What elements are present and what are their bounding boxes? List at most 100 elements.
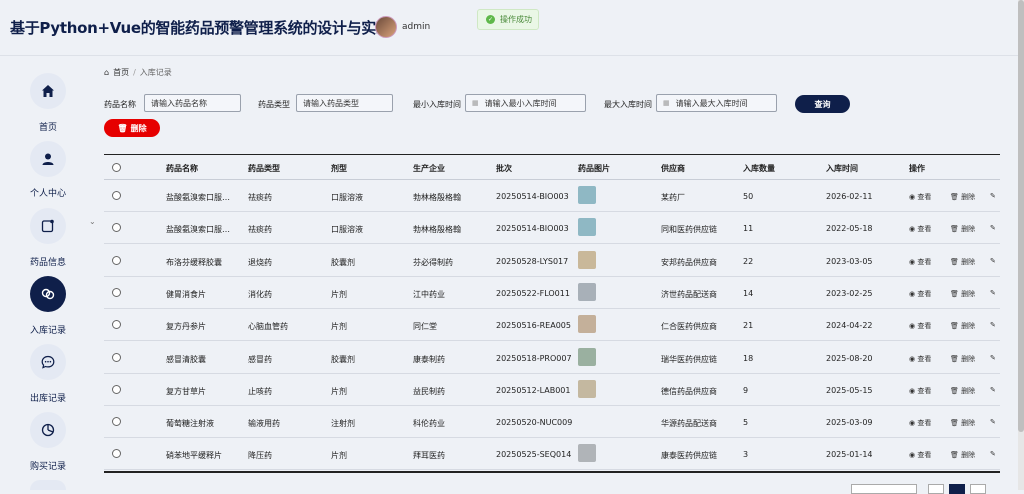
row-select-radio[interactable] [112,384,121,394]
cell-form: 片剂 [331,451,347,461]
row-select-radio[interactable] [112,191,121,200]
delete-row-button[interactable]: 🗑 删除 [950,418,975,428]
view-button[interactable]: ◉ 查看 [909,257,931,267]
view-label: 查看 [917,257,932,266]
user-avatar[interactable] [375,16,397,38]
table-row[interactable]: 盐酸氨溴索口服… 祛痰药 口服溶液 勃林格殷格翰 20250514-BIO003 同和医药… [104,212,1000,245]
view-button[interactable]: ◉ 查看 [909,354,931,364]
cell-name: 硝苯地平缓释片 [166,451,222,461]
drug-image[interactable] [578,186,596,204]
view-button[interactable]: ◉ 查看 [909,224,931,234]
sidebar-item-more[interactable] [0,480,96,490]
table-row[interactable]: 复方甘草片 止咳药 片剂 益民制药 20250512-LAB001 德信药品供应商 9 202… [104,374,1000,406]
delete-row-button[interactable]: 🗑 删除 [950,224,975,234]
delete-row-button[interactable]: 🗑 删除 [950,289,975,299]
delete-row-button[interactable]: 🗑 删除 [950,257,975,267]
table-row[interactable]: 盐酸氨溴索口服… 祛痰药 口服溶液 勃林格殷格翰 20250514-BIO003 某药厂 5… [104,180,1000,212]
sidebar: 首页 个人中心 药品信息 入库记录 出库记录 购买记录 ⌄ [0,57,96,490]
sidebar-item-label: 入库记录 [29,326,66,336]
cell-date: 2025-03-09 [826,418,873,428]
edit-icon[interactable]: ✎ [990,257,996,265]
edit-icon[interactable]: ✎ [990,386,996,394]
breadcrumb-home[interactable]: 首页 [113,67,129,78]
cell-date: 2022-05-18 [826,224,873,234]
breadcrumb: ⌂ 首页 / 入库记录 [104,67,172,78]
cell-qty: 18 [743,353,754,363]
drug-image[interactable] [578,444,596,463]
select-all-radio[interactable] [112,163,121,172]
toast-message: 操作成功 [500,15,532,24]
cell-batch: 20250518-PRO007 [496,353,572,363]
sidebar-item-home[interactable]: 首页 [0,73,96,133]
drug-name-input[interactable]: 请输入药品名称 [144,94,241,112]
drug-image[interactable] [578,282,596,301]
user-icon [30,141,66,177]
row-select-radio[interactable] [112,417,121,427]
current-page-button[interactable] [949,484,965,494]
table-row[interactable]: 感冒清胶囊 感冒药 胶囊剂 康泰制药 20250518-PRO007 瑞华医药供应链 18 2… [104,342,1000,374]
chat-icon [30,344,66,380]
cell-qty: 9 [743,385,749,395]
table-row[interactable]: 健胃消食片 消化药 片剂 江中药业 20250522-FLO011 济世药品配送商 14 20… [104,277,1000,309]
edit-icon[interactable]: ✎ [990,224,996,232]
edit-icon[interactable]: ✎ [990,450,996,458]
cell-name: 盐酸氨溴索口服… [166,193,230,202]
delete-row-button[interactable]: 🗑 删除 [950,321,975,331]
edit-icon[interactable]: ✎ [990,289,996,297]
row-select-radio[interactable] [112,223,121,233]
view-button[interactable]: ◉ 查看 [909,450,931,460]
username[interactable]: admin [402,22,430,32]
chevron-down-icon[interactable]: ⌄ [89,217,96,226]
sidebar-item-purchase[interactable]: 购买记录 [0,412,96,472]
sidebar-item-profile[interactable]: 个人中心 [0,141,96,201]
edit-icon[interactable]: ✎ [990,321,996,329]
prev-page-button[interactable] [928,484,944,494]
delete-row-button[interactable]: 🗑 删除 [950,192,975,202]
drug-image[interactable] [578,347,596,366]
view-button[interactable]: ◉ 查看 [909,192,931,202]
table-row[interactable]: 葡萄糖注射液 输液用药 注射剂 科伦药业 20250520-NUC009 华源药品配送商 5… [104,406,1000,439]
edit-icon[interactable]: ✎ [990,192,996,200]
delete-label: 删除 [961,289,976,298]
drug-image[interactable] [578,250,596,269]
view-button[interactable]: ◉ 查看 [909,418,931,428]
cell-maker: 拜耳医药 [413,451,445,461]
drug-type-input[interactable]: 请输入药品类型 [296,94,393,112]
cell-supplier: 安邦药品供应商 [661,257,717,267]
next-page-button[interactable] [970,484,986,494]
row-select-radio[interactable] [112,287,121,297]
view-button[interactable]: ◉ 查看 [909,386,931,396]
drug-image[interactable] [578,218,596,237]
sidebar-item-inbound[interactable]: 入库记录 [0,276,96,336]
sidebar-item-drug-info[interactable]: 药品信息 [0,208,96,268]
delete-row-button[interactable]: 🗑 删除 [950,450,975,460]
table-row[interactable]: 布洛芬缓释胶囊 退烧药 胶囊剂 芬必得制药 20250528-LYS017 安邦药品供应商… [104,245,1000,277]
min-date-input[interactable]: ▦ 请输入最小入库时间 [465,94,586,112]
row-select-radio[interactable] [112,255,121,265]
delete-row-button[interactable]: 🗑 删除 [950,354,975,364]
scrollbar-thumb[interactable] [1018,0,1024,432]
table-row[interactable]: 复方丹参片 心脑血管药 片剂 同仁堂 20250516-REA005 仁合医药供应商 21 2… [104,309,1000,342]
row-select-radio[interactable] [112,352,121,362]
query-button[interactable]: 查询 [795,95,850,113]
home-icon[interactable]: ⌂ [104,68,109,77]
sidebar-item-outbound[interactable]: 出库记录 [0,344,96,404]
drug-image[interactable] [578,379,596,398]
delete-row-button[interactable]: 🗑 删除 [950,386,975,396]
row-select-radio[interactable] [112,449,121,459]
column-header: 供应商 [661,164,685,173]
cell-name: 葡萄糖注射液 [166,419,214,429]
edit-icon[interactable]: ✎ [990,354,996,362]
view-button[interactable]: ◉ 查看 [909,321,931,331]
drug-image[interactable] [578,315,596,334]
batch-delete-button[interactable]: 🗑 删除 [104,119,160,137]
row-select-radio[interactable] [112,320,121,330]
page-scrollbar[interactable] [1018,0,1024,490]
table-row[interactable]: 硝苯地平缓释片 降压药 片剂 拜耳医药 20250525-SEQ014 康泰医药供应链 3 2… [104,438,1000,471]
cell-supplier: 康泰医药供应链 [661,451,717,461]
page-size-select[interactable] [851,484,917,494]
trash-icon: 🗑 [950,386,962,395]
max-date-input[interactable]: ▦ 请输入最大入库时间 [656,94,777,112]
view-button[interactable]: ◉ 查看 [909,289,931,299]
edit-icon[interactable]: ✎ [990,418,996,426]
